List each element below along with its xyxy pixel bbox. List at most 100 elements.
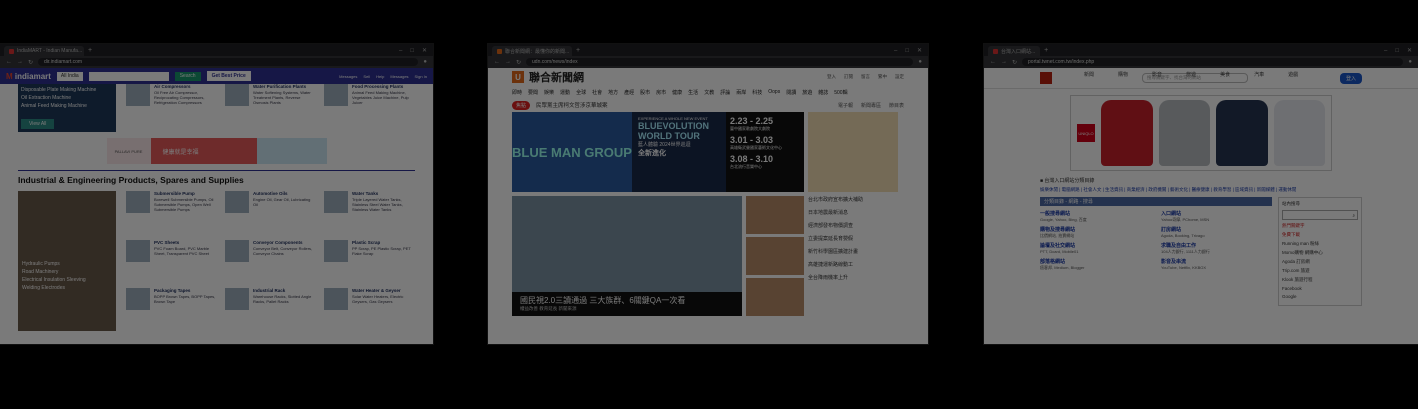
category-title[interactable]: Packaging Tapes (154, 288, 217, 293)
category-title[interactable]: Plastic Scrap (352, 240, 415, 245)
nav-item[interactable]: 地方 (608, 89, 618, 96)
minimize-icon[interactable]: – (399, 46, 402, 56)
category-card[interactable]: Submersible Pump Borewell Submersible Pum… (126, 191, 217, 234)
profile-icon[interactable]: ● (918, 59, 922, 65)
portal-tab[interactable]: 新聞 (1084, 71, 1094, 78)
directory-title[interactable]: 購物及搜尋網站 (1040, 226, 1151, 233)
nav-item[interactable]: Messages (339, 74, 357, 79)
list-item[interactable]: Road Machinery (22, 269, 112, 275)
uniqlo-ad[interactable]: UNIQLO (1070, 95, 1332, 171)
directory-title[interactable]: 論壇及社交網站 (1040, 242, 1151, 249)
category-card[interactable]: Food Processing Plants Animal Feed Making… (324, 84, 415, 132)
url-field[interactable]: udn.com/news/index (526, 58, 914, 66)
portal-tab[interactable]: 美食 (1220, 71, 1230, 78)
browser-tab[interactable]: 聯合新聞網：最懂你的新聞... (492, 46, 572, 56)
directory-title[interactable]: 訂房網站 (1161, 226, 1272, 233)
minimize-icon[interactable]: – (1384, 46, 1387, 56)
mini-link[interactable]: 電子報 (838, 102, 853, 109)
list-item[interactable]: Animal Feed Making Machine (21, 103, 113, 109)
nav-item[interactable]: 500輯 (834, 89, 847, 96)
news-headline[interactable]: 台北市政府宣布擴大補助 (808, 196, 904, 203)
util-link[interactable]: 設定 (895, 74, 904, 80)
portal-tab[interactable]: 遊戲 (1288, 71, 1298, 78)
url-field[interactable]: dir.indiamart.com (38, 58, 419, 66)
reload-icon[interactable]: ↻ (516, 59, 521, 66)
site-title[interactable]: 聯合新聞網 (529, 69, 584, 85)
maximize-icon[interactable]: □ (1395, 46, 1399, 56)
portal-tab[interactable]: 購物 (1118, 71, 1128, 78)
category-card[interactable]: Water Tanks Triple Layered Water Tanks, S… (324, 191, 415, 234)
sidebar-link[interactable]: Agoda 訂房網 (1282, 259, 1358, 265)
nav-item[interactable]: 房市 (656, 89, 666, 96)
back-icon[interactable]: ← (990, 59, 996, 65)
close-icon[interactable]: ✕ (917, 46, 922, 56)
search-icon[interactable]: ⌕ (1352, 213, 1355, 218)
news-headline[interactable]: 立委提案延長育嬰假 (808, 235, 904, 242)
maximize-icon[interactable]: □ (905, 46, 909, 56)
search-input[interactable] (88, 71, 169, 81)
nav-item[interactable]: Sign In (415, 74, 427, 79)
sidebar-link[interactable]: Google (1282, 294, 1358, 299)
directory-title[interactable]: 一般搜尋網站 (1040, 210, 1151, 217)
search-button[interactable]: Search (174, 71, 201, 81)
category-title[interactable]: PVC Sheets (154, 240, 217, 245)
breaking-headline[interactable]: 民眾黨主席柯文哲涉京華城案 (536, 101, 608, 109)
forward-icon[interactable]: → (1001, 59, 1007, 65)
new-tab-icon[interactable]: + (576, 46, 580, 56)
portal-tab[interactable]: 影音 (1152, 71, 1162, 78)
util-link[interactable]: 登入 (827, 74, 836, 80)
news-headline[interactable]: 經濟部發布物價調查 (808, 222, 904, 229)
category-title[interactable]: Conveyor Components (253, 240, 316, 245)
category-card[interactable]: Water Purification Plants Water Softening… (225, 84, 316, 132)
nav-item[interactable]: 產經 (624, 89, 634, 96)
nav-item[interactable]: Messages (390, 74, 408, 79)
headline-photo[interactable]: 國民視2.0三讀通過 三大族群、6關鍵QA一次看 權益改善 教育延長 新聞來源 (512, 196, 742, 316)
category-title[interactable]: Automotive Oils (253, 191, 316, 196)
nav-item[interactable]: 評論 (720, 89, 730, 96)
util-link[interactable]: 繁中 (878, 74, 887, 80)
nav-item[interactable]: 旅遊 (802, 89, 812, 96)
sidebar-link[interactable]: Running man 粉絲 (1282, 241, 1358, 247)
directory-title[interactable]: 影音及串流 (1161, 258, 1272, 265)
category-title[interactable]: Water Tanks (352, 191, 415, 196)
category-card[interactable]: Industrial Rack Warehouse Racks, Slotted … (225, 288, 316, 331)
sidebar-link[interactable]: Trip.com 旅遊 (1282, 268, 1358, 274)
mini-link[interactable]: 新聞專區 (861, 102, 881, 109)
new-tab-icon[interactable]: + (1044, 46, 1048, 56)
nav-item[interactable]: 要聞 (528, 89, 538, 96)
profile-icon[interactable]: ● (1408, 59, 1412, 65)
directory-title[interactable]: 部落格網站 (1040, 258, 1151, 265)
side-ad[interactable] (808, 112, 898, 192)
nav-item[interactable]: 全球 (576, 89, 586, 96)
util-link[interactable]: 留言 (861, 74, 870, 80)
portal-tab[interactable]: 旅遊 (1186, 71, 1196, 78)
nav-item[interactable]: 健康 (672, 89, 682, 96)
get-best-price-button[interactable]: Get Best Price (206, 71, 251, 81)
site-logo-icon[interactable] (1040, 72, 1052, 84)
directory-item[interactable]: 影音及串流 YouTube, Netflix, KKBOX (1161, 258, 1272, 271)
nav-item[interactable]: Oops (768, 89, 780, 95)
category-card[interactable]: Automotive Oils Engine Oil, Gear Oil, Lub… (225, 191, 316, 234)
portal-tab[interactable]: 汽車 (1254, 71, 1264, 78)
category-title[interactable]: Air Compressors (154, 84, 217, 89)
sidebar-link[interactable]: Klook 旅遊行程 (1282, 277, 1358, 283)
nav-item[interactable]: 兩岸 (736, 89, 746, 96)
site-logo-icon[interactable]: U (512, 71, 524, 83)
list-item[interactable]: Electrical Insulation Sleeving (22, 277, 112, 283)
news-thumbnail[interactable] (746, 196, 804, 234)
nav-item[interactable]: 閱讀 (786, 89, 796, 96)
list-item[interactable]: Disposable Plate Making Machine (21, 87, 113, 93)
sidebar-link[interactable]: Momo購物 網購中心 (1282, 250, 1358, 256)
directory-item[interactable]: 訂房網站 Agoda, Booking, Trivago (1161, 226, 1272, 239)
browser-tab[interactable]: 台灣入口網站... (988, 46, 1041, 56)
category-card[interactable]: Plastic Scrap PP Scrap, PE Plastic Scrap,… (324, 239, 415, 283)
directory-item[interactable]: 論壇及社交網站 PTT, Dcard, Mobile01 (1040, 242, 1151, 255)
news-headline[interactable]: 新竹科學園區擴建計畫 (808, 248, 904, 255)
category-card[interactable]: Packaging Tapes BOPP Brown Tapes, BOPP Ta… (126, 288, 217, 331)
close-icon[interactable]: ✕ (422, 46, 427, 56)
news-headline[interactable]: 全台降雨機率上升 (808, 274, 904, 281)
directory-title[interactable]: 求職及自由工作 (1161, 242, 1272, 249)
location-select[interactable]: All India (56, 71, 83, 81)
category-title[interactable]: Submersible Pump (154, 191, 217, 196)
nav-item[interactable]: 即時 (512, 89, 522, 96)
